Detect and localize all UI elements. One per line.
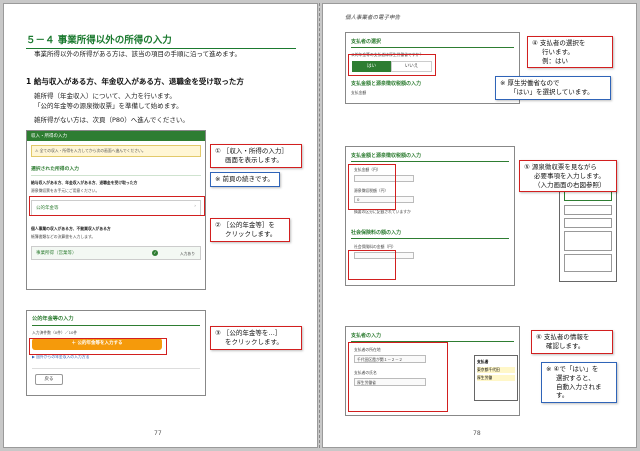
para1-line1: 雑所得（年金収入）について、入力を行います。 — [34, 92, 176, 100]
page-spine — [319, 3, 320, 448]
pension-input-heading: 公的年金等の入力 — [32, 316, 74, 322]
social-field-highlight — [348, 250, 396, 280]
warning-message: ⚠ 全ての収入・所得を入力してから次の画面へ進んでください。 — [31, 145, 201, 157]
group-label-salary: 給与収入がある方、年金収入がある方、退職金を受け取った方 — [31, 180, 138, 185]
doc-line-2: 東京都千代田 — [477, 367, 515, 373]
callout-4-line3: 例：はい — [542, 56, 568, 65]
note-2-line1: ※ 厚生労働省なので — [500, 79, 560, 87]
group-desc-business: 帳簿書類などの決算書を入力します。 — [31, 234, 96, 239]
callout-1-line2: 画面を表示します。 — [225, 155, 283, 164]
screen-title-bar: 収入・所得の入力 — [27, 131, 205, 141]
business-row[interactable]: 事業所得（営業等） ✓ 入力あり — [31, 246, 201, 260]
callout-6: ⑥ 支払者の情報を 確認します。 — [531, 330, 613, 354]
business-row-label: 事業所得（営業等） — [36, 251, 77, 256]
yes-highlight — [348, 54, 436, 76]
pension-highlight — [29, 196, 205, 216]
check-icon: ✓ — [152, 250, 158, 256]
page-number-right: 78 — [473, 430, 481, 437]
callout-4: ④ 支払者の選択を 行います。 例：はい — [527, 36, 613, 69]
back-button[interactable]: 戻る — [35, 374, 63, 385]
withholding-slip-image — [559, 182, 617, 282]
payer-select-title: 支払者の選択 — [351, 39, 382, 45]
group-desc-salary: 源泉徴収票をお手元にご用意ください。 — [31, 188, 100, 193]
page-number-left: 77 — [154, 430, 162, 437]
note-2: ※ 厚生労働省なので 「はい」を選択しています。 — [495, 76, 611, 100]
callout-1-line1: ① ［収入・所得の入力］ — [215, 147, 288, 155]
callout-6-line1: ⑥ 支払者の情報を — [536, 333, 590, 341]
count-text: 入力済件数（0件）／10件 — [32, 330, 78, 335]
payer-info-highlight — [348, 342, 448, 412]
para1-line2: 「公的年金等の源泉徴収票」を準備して始めます。 — [34, 102, 183, 110]
amount-fields-highlight — [348, 164, 396, 210]
note-3: ※ ④で「はい」を 選択すると、 自動入力されます。 — [541, 362, 617, 404]
para2: 雑所得がない方は、次頁（P80）へ進んでください。 — [34, 116, 189, 124]
add-button-highlight — [29, 338, 167, 355]
callout-4-line2: 行います。 — [542, 47, 574, 56]
note-3-line3: 自動入力されます。 — [556, 382, 602, 400]
amount-input-title: 支払金額と源泉徴収税額の入力 — [351, 153, 422, 159]
callout-6-line2: 確認します。 — [546, 341, 585, 350]
payer-input-title: 支払者の入力 — [351, 333, 382, 339]
callout-1: ① ［収入・所得の入力］ 画面を表示します。 — [210, 144, 302, 168]
doc-line-1: 支払者 — [477, 359, 489, 364]
right-page: 個人事業者の電子申告 支払者の選択 公的年金等の支払者は厚生労働省ですか？ はい… — [322, 3, 637, 448]
amount-row-label: 支払金額 — [351, 90, 367, 95]
callout-3-line2: をクリックします。 — [225, 337, 283, 346]
callout-5-line1: ⑤ 源泉徴収票を見ながら — [524, 163, 597, 171]
page-header-right: 個人事業者の電子申告 — [345, 15, 401, 21]
callout-2-line2: クリックします。 — [225, 229, 277, 238]
callout-5: ⑤ 源泉徴収票を見ながら 必要事項を入力します。 （入力画面の右図参照） — [519, 160, 617, 193]
note-2-line2: 「はい」を選択しています。 — [510, 87, 594, 96]
callout-3: ③ ［公的年金等を…］ をクリックします。 — [210, 326, 302, 350]
callout-3-line1: ③ ［公的年金等を…］ — [215, 329, 282, 337]
warning-text: 全ての収入・所得を入力してから次の画面へ進んでください。 — [39, 148, 146, 153]
doc-line-3: 厚生労働 — [477, 375, 515, 381]
intro-text: 事業所得以外の所得がある方は、該当の項目の手順に沿って進めます。 — [34, 50, 242, 58]
callout-5-line3: （入力画面の右図参照） — [534, 180, 606, 189]
note-3-line1: ※ ④で「はい」を — [546, 365, 599, 373]
callout-4-line1: ④ 支払者の選択を — [532, 39, 586, 47]
subheading: 1 給与収入がある方、年金収入がある方、退職金を受け取った方 — [26, 77, 244, 86]
business-status: 入力あり — [179, 251, 195, 256]
payer-doc-image: 支払者 東京都千代田 厚生労働 — [474, 355, 518, 401]
note-1: ※ 前頁の続きです。 — [210, 172, 280, 187]
callout-5-line2: 必要事項を入力します。 — [534, 171, 605, 180]
callout-2-line1: ② ［公的年金等］を — [215, 221, 275, 229]
amount-section-title: 支払金額と源泉徴収税額の入力 — [351, 81, 422, 87]
selected-income-heading: 選択された所得の入力 — [31, 167, 79, 172]
group-label-business: 個人事業の収入がある方、不動業収入がある方 — [31, 226, 111, 231]
left-page: ５－４ 事業所得以外の所得の入力 事業所得以外の所得がある方は、該当の項目の手順… — [3, 3, 318, 448]
section-title: ５－４ 事業所得以外の所得の入力 — [26, 32, 296, 49]
note-3-line2: 選択すると、 — [556, 373, 595, 382]
callout-2: ② ［公的年金等］を クリックします。 — [210, 218, 290, 242]
social-insurance-title: 社会保険料の額の入力 — [351, 230, 402, 236]
